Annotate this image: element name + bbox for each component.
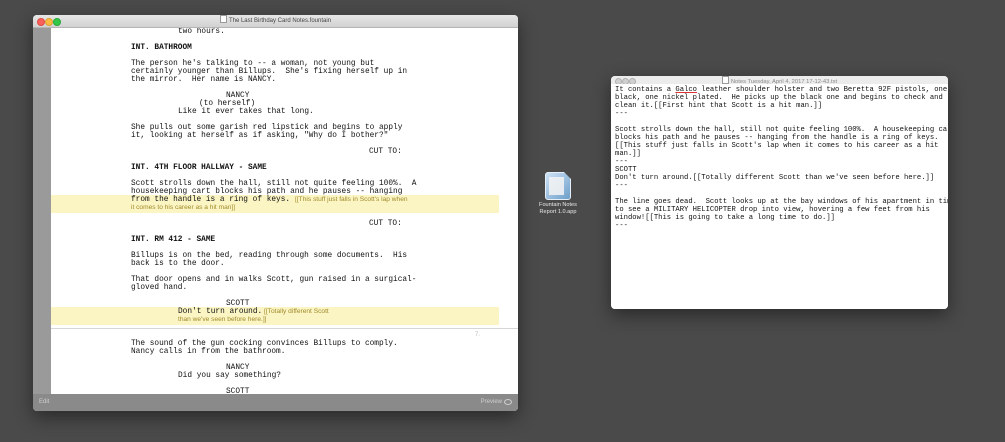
action-line: Nancy calls in from the bathroom. — [131, 348, 286, 356]
action-line: She pulls out some garish red lipstick a… — [131, 124, 403, 132]
notes-line: [[This stuff just falls in Scott's lap w… — [615, 142, 939, 150]
notes-line: clean it.[[First hint that Scott is a hi… — [615, 102, 823, 110]
notes-line: window![[This is going to take a long ti… — [615, 214, 835, 222]
action-line: from the handle is a ring of keys. — [131, 196, 291, 204]
inline-note: than we've seen before here.]] — [178, 316, 267, 323]
notes-line: SCOTT — [615, 166, 637, 174]
notes-line: blocks his path and he pauses -- hanging… — [615, 134, 939, 142]
icon-fold — [564, 172, 571, 179]
notes-line: Scott strolls down the hall, still not q… — [615, 126, 948, 134]
inline-note: [[Totally different Scott — [264, 308, 329, 315]
page-number: 7. — [475, 332, 481, 338]
notes-separator: --- — [615, 182, 628, 190]
close-button[interactable] — [37, 18, 45, 26]
document-icon — [219, 15, 227, 23]
zoom-button[interactable] — [53, 18, 61, 26]
app-label-line1: Fountain Notes — [539, 202, 577, 208]
scene-heading: INT. BATHROOM — [131, 44, 192, 52]
transition: CUT TO: — [369, 220, 402, 228]
character-cue: NANCY — [226, 364, 250, 372]
notes-text-area[interactable]: It contains a Galco leather shoulder hol… — [611, 84, 948, 309]
action-line: That door opens and in walks Scott, gun … — [131, 276, 417, 284]
preview-eye-icon[interactable] — [504, 399, 512, 405]
parenthetical: (to herself) — [199, 100, 256, 108]
notes-separator: --- — [615, 110, 628, 118]
action-line: it, looking at herself as if asking, "Wh… — [131, 132, 389, 140]
fountain-app-icon — [545, 172, 571, 200]
action-line: back is to the door. — [131, 260, 225, 268]
editor-window: The Last Birthday Card Notes.fountain tw… — [33, 15, 518, 411]
window-title: The Last Birthday Card Notes.fountain — [228, 18, 332, 24]
spelling-flag: Galco — [675, 86, 697, 94]
inline-note: [[This stuff just falls in Scott's lap w… — [295, 196, 408, 203]
edit-toggle[interactable]: Edit — [39, 394, 49, 411]
inline-note: it comes to his career as a hit man]] — [131, 204, 236, 211]
notes-line: man.]] — [615, 150, 641, 158]
editor-status-bar: Edit Preview — [33, 394, 518, 411]
page-break — [51, 328, 518, 329]
screenplay-page[interactable]: two hours. INT. BATHROOM The person he's… — [51, 28, 518, 410]
notes-line: It contains a Galco leather shoulder hol… — [615, 86, 947, 94]
app-label-line2: Report 1.0.app — [539, 209, 577, 215]
action-line: The sound of the gun cocking convinces B… — [131, 340, 398, 348]
dialogue-line: Like it ever takes that long. — [178, 108, 314, 116]
notes-window: Notes Tuesday, April 4, 2017 17-12-43.tx… — [611, 76, 948, 309]
action-line: The person he's talking to -- a woman, n… — [131, 60, 375, 68]
scene-heading: INT. 4TH FLOOR HALLWAY - SAME — [131, 164, 267, 172]
document-icon — [721, 76, 729, 84]
action-line: Scott strolls down the hall, still not q… — [131, 180, 417, 188]
action-line: Billups is on the bed, reading through s… — [131, 252, 408, 260]
preview-toggle[interactable]: Preview — [481, 394, 502, 411]
notes-line: black, one nickel plated. He picks up th… — [615, 94, 943, 102]
text: It contains a — [615, 86, 676, 94]
editor-titlebar[interactable]: The Last Birthday Card Notes.fountain — [33, 15, 518, 28]
left-margin — [33, 28, 51, 410]
notes-separator: --- — [615, 158, 628, 166]
scene-heading: INT. RM 412 - SAME — [131, 236, 216, 244]
dialogue-line: Don't turn around. — [178, 308, 263, 316]
minimize-button[interactable] — [45, 18, 53, 26]
action-line: certainly younger than Billups. She's fi… — [131, 68, 408, 76]
notes-line: The line goes dead. Scott looks up at th… — [615, 198, 948, 206]
notes-line: to see a MILITARY HELICOPTER drop into v… — [615, 206, 930, 214]
text: leather shoulder holster and two Beretta… — [696, 86, 948, 94]
action-line: gloved hand. — [131, 284, 188, 292]
character-cue: NANCY — [226, 92, 250, 100]
dialogue-line: Did you say something? — [178, 372, 281, 380]
notes-line: Don't turn around.[[Totally different Sc… — [615, 174, 935, 182]
transition: CUT TO: — [369, 148, 402, 156]
icon-sheet — [549, 177, 564, 195]
notes-separator: --- — [615, 222, 628, 230]
action-line: two hours. — [178, 28, 225, 36]
fountain-notes-app-icon[interactable]: Fountain Notes Report 1.0.app — [532, 172, 584, 216]
action-line: the mirror. Her name is NANCY. — [131, 76, 277, 84]
app-icon-label: Fountain Notes Report 1.0.app — [532, 202, 584, 216]
